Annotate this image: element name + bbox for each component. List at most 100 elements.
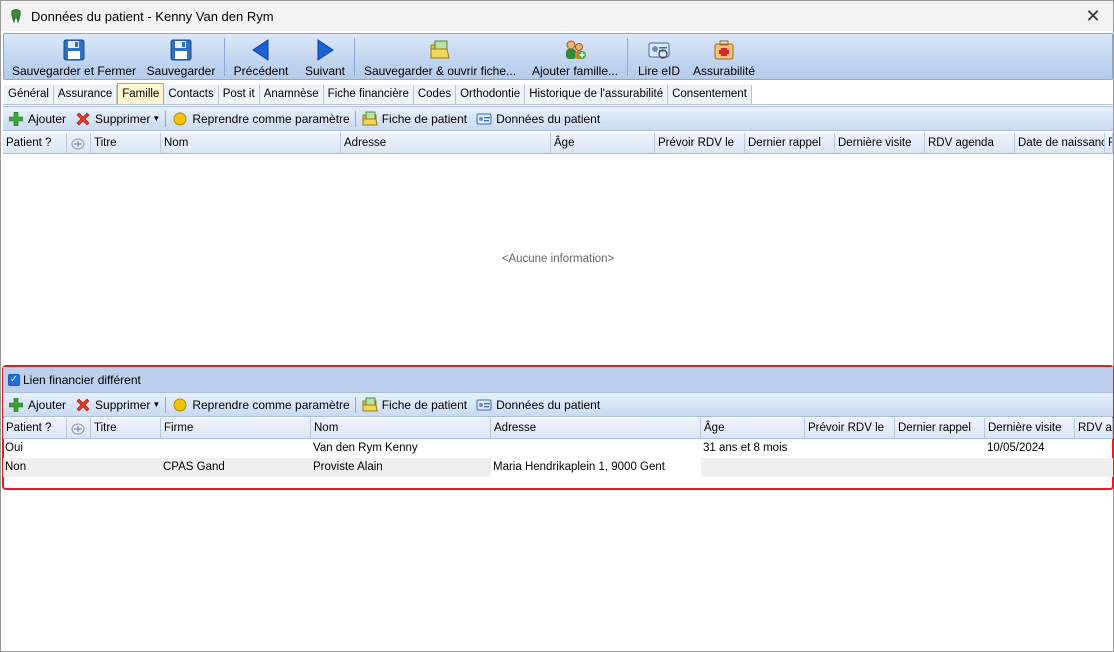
cell-dernier-rappel [895,439,985,458]
cell-nom: Proviste Alain [313,461,383,473]
cell-patient: Oui [5,442,23,454]
col-patient[interactable]: Patient ? [3,133,67,154]
col-prevoir-rdv[interactable]: Prévoir RDV le [805,418,895,439]
insurability-button[interactable]: Assurabilité [690,34,758,79]
cell-nom: Van den Rym Kenny [313,442,418,454]
floppy-disk-icon [61,37,87,63]
col-nom[interactable]: Nom [311,418,491,439]
col-recall[interactable] [67,133,91,154]
col-derniere-visite[interactable]: Dernière visite [835,133,925,154]
financial-link-checkbox[interactable]: ✓ [8,373,20,386]
tab-codes[interactable]: Codes [413,85,457,104]
cell-adresse [491,439,701,458]
toolbar-separator [354,396,356,413]
col-titre[interactable]: Titre [91,133,161,154]
col-age[interactable]: Âge [551,133,655,154]
col-f[interactable]: F [1105,133,1113,154]
tab-anamnese[interactable]: Anamnèse [259,85,324,104]
tab-contacts[interactable]: Contacts [164,85,219,104]
financial-link-label[interactable]: Lien financier différent [23,373,141,387]
next-button[interactable]: Suivant [299,34,351,79]
col-titre[interactable]: Titre [91,418,161,439]
cell-derniere-visite [985,458,1075,477]
col-rdv-agenda[interactable]: RDV agenda [925,133,1015,154]
plus-icon [8,111,24,127]
col-adresse[interactable]: Adresse [491,418,701,439]
yellow-circle-icon [172,397,188,413]
donnees-patient-button[interactable]: Données du patient [471,394,604,416]
col-dernier-rappel[interactable]: Dernier rappel [895,418,985,439]
add-family-button[interactable]: Ajouter famille... [526,34,624,79]
app-tooth-icon [10,9,22,24]
cell-prevoir-rdv [805,439,895,458]
col-rdv-agenda[interactable]: RDV ag [1075,418,1113,439]
col-dernier-rappel[interactable]: Dernier rappel [745,133,835,154]
save-button[interactable]: Sauvegarder [145,34,217,79]
add-family-label: Ajouter famille... [531,64,619,78]
delete-button[interactable]: Supprimer ▼ [70,108,164,130]
tab-general[interactable]: Général [4,85,54,104]
save-open-file-button[interactable]: Sauvegarder & ouvrir fiche... [360,34,520,79]
save-close-button[interactable]: Sauvegarder et Fermer [12,34,136,79]
col-recall[interactable] [67,418,91,439]
cell-prevoir-rdv [805,458,895,477]
donnees-patient-button[interactable]: Données du patient [471,108,604,130]
reprendre-label: Reprendre comme paramètre [192,111,350,126]
read-eid-button[interactable]: Lire eID [634,34,684,79]
table-row[interactable]: Oui Van den Rym Kenny 31 ans et 8 mois 1… [3,439,1113,458]
col-firme[interactable]: Firme [161,418,311,439]
delete-button[interactable]: Supprimer ▼ [70,394,164,416]
ribbon-separator [354,38,355,76]
toolbar-separator [165,110,167,127]
col-patient[interactable]: Patient ? [3,418,67,439]
previous-label: Précédent [233,64,289,78]
fiche-patient-button[interactable]: Fiche de patient [357,108,471,130]
grid-header: Patient ? Titre Firme Nom Adresse Âge Pr… [3,418,1113,439]
fiche-label: Fiche de patient [381,397,468,412]
table-row[interactable]: Non CPAS Gand Proviste Alain Maria Hendr… [3,458,1113,477]
tab-assurance[interactable]: Assurance [53,85,118,104]
financial-grid: Patient ? Titre Firme Nom Adresse Âge Pr… [3,418,1113,488]
col-nom[interactable]: Nom [161,133,341,154]
close-icon[interactable]: ✕ [1073,1,1113,31]
tab-famille[interactable]: Famille [117,83,165,104]
donnees-label: Données du patient [496,111,601,126]
arrow-left-icon [248,37,274,63]
toolbar-separator [354,110,356,127]
col-date-naissance[interactable]: Date de naissance [1015,133,1105,154]
add-button[interactable]: Ajouter [3,394,70,416]
tab-historique-assurabilite[interactable]: Historique de l'assurabilité [525,85,669,104]
add-button[interactable]: Ajouter [3,108,70,130]
toolbar-separator [165,396,167,413]
tab-post-it[interactable]: Post it [218,85,260,104]
yellow-circle-icon [172,111,188,127]
tab-orthodontie[interactable]: Orthodontie [456,85,526,104]
cell-firme: CPAS Gand [163,461,225,473]
empty-grid-message: <Aucune information> [501,253,615,265]
cell-firme [161,439,311,458]
col-adresse[interactable]: Adresse [341,133,551,154]
col-age[interactable]: Âge [701,418,805,439]
cell-age [701,458,805,477]
delete-label: Supprimer [95,397,151,412]
col-derniere-visite[interactable]: Dernière visite [985,418,1075,439]
add-label: Ajouter [28,397,67,412]
patient-window: Données du patient - Kenny Van den Rym ✕… [0,0,1114,652]
plus-icon [8,397,24,413]
id-card-icon [646,37,672,63]
financial-link-bar: ✓ Lien financier différent [3,367,1113,392]
grid-header: Patient ? Titre Nom Adresse Âge Prévoir … [3,133,1113,154]
previous-button[interactable]: Précédent [231,34,291,79]
donnees-label: Données du patient [496,397,601,412]
tab-fiche-financiere[interactable]: Fiche financière [323,85,414,104]
tab-consentement[interactable]: Consentement [668,85,752,104]
cell-patient: Non [5,461,27,473]
folder-icon [362,397,378,413]
add-label: Ajouter [28,111,67,126]
insurability-label: Assurabilité [692,64,756,78]
fiche-patient-button[interactable]: Fiche de patient [357,394,471,416]
col-prevoir-rdv[interactable]: Prévoir RDV le [655,133,745,154]
reprendre-parametre-button[interactable]: Reprendre comme paramètre [167,108,353,130]
save-label: Sauvegarder [146,64,216,78]
reprendre-parametre-button[interactable]: Reprendre comme paramètre [167,394,353,416]
